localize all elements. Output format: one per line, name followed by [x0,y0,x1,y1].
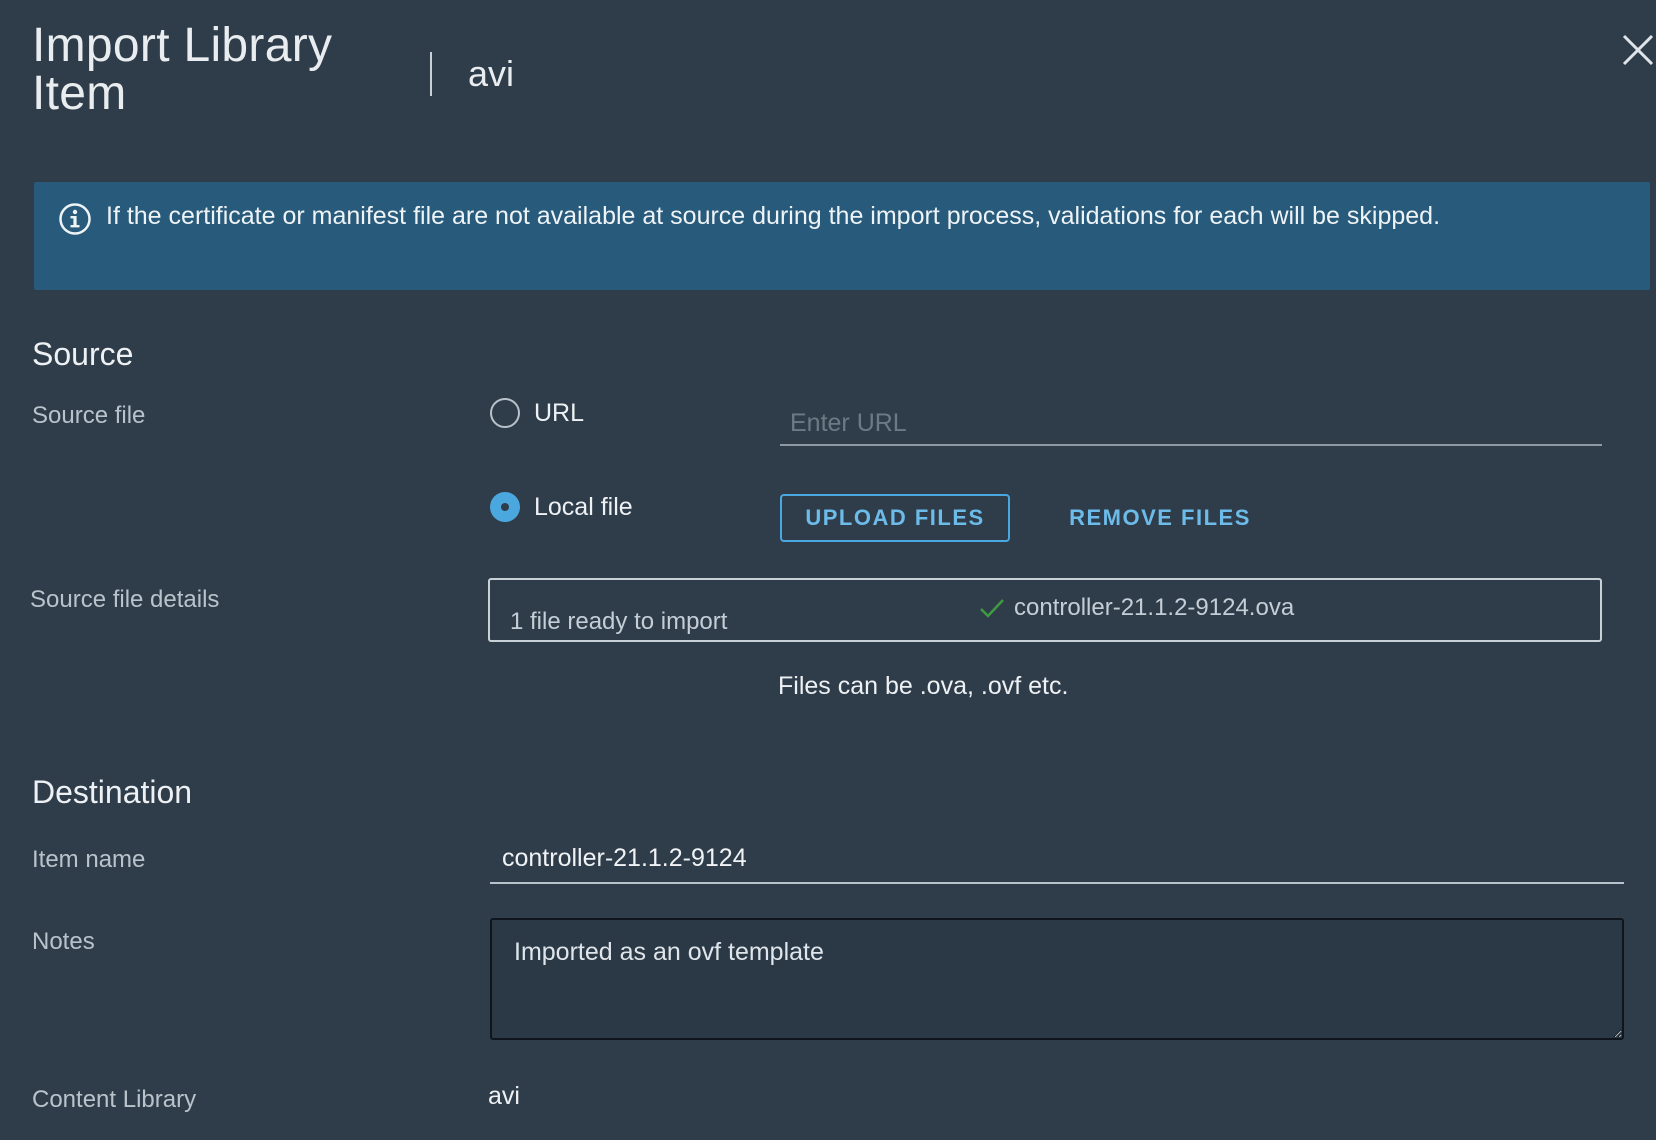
url-radio-label: URL [534,398,585,427]
radio-local-file-option[interactable]: Local file [490,492,633,522]
source-file-details-label: Source file details [30,586,220,613]
content-library-label: Content Library [32,1086,197,1113]
remove-files-button[interactable]: REMOVE FILES [1050,494,1270,542]
dialog-subtitle: avi [468,53,515,94]
item-name-label: Item name [32,846,146,873]
file-name: controller-21.1.2-9124.ova [1014,594,1295,621]
import-library-item-dialog: Import Library Item avi If the certifica… [0,0,1656,1140]
source-heading: Source [32,336,134,372]
source-file-label: Source file [32,402,146,429]
file-type-hint: Files can be .ova, .ovf etc. [778,672,1069,700]
close-button[interactable] [1620,30,1656,70]
url-radio[interactable] [490,398,520,428]
close-icon [1622,34,1654,66]
dialog-title: Import Library Item [32,19,333,120]
destination-heading: Destination [32,774,193,810]
local-file-radio-label: Local file [534,492,633,521]
file-entry: controller-21.1.2-9124.ova [978,594,1294,622]
notes-label: Notes [32,928,95,955]
item-name-input[interactable] [490,834,1624,884]
upload-files-button[interactable]: UPLOAD FILES [780,494,1010,542]
info-alert: If the certificate or manifest file are … [34,182,1650,290]
source-file-details-box: 1 file ready to import controller-21.1.2… [488,578,1602,642]
checkmark-icon [980,599,1004,618]
content-library-value: avi [488,1082,520,1110]
url-input[interactable] [780,402,1602,446]
title-divider [430,52,432,96]
file-status-text: 1 file ready to import [510,608,728,635]
notes-textarea[interactable]: Imported as an ovf template [490,918,1624,1040]
local-file-radio[interactable] [490,492,520,522]
alert-message: If the certificate or manifest file are … [106,202,1441,230]
radio-url-option[interactable]: URL [490,398,584,428]
info-icon [59,203,91,235]
